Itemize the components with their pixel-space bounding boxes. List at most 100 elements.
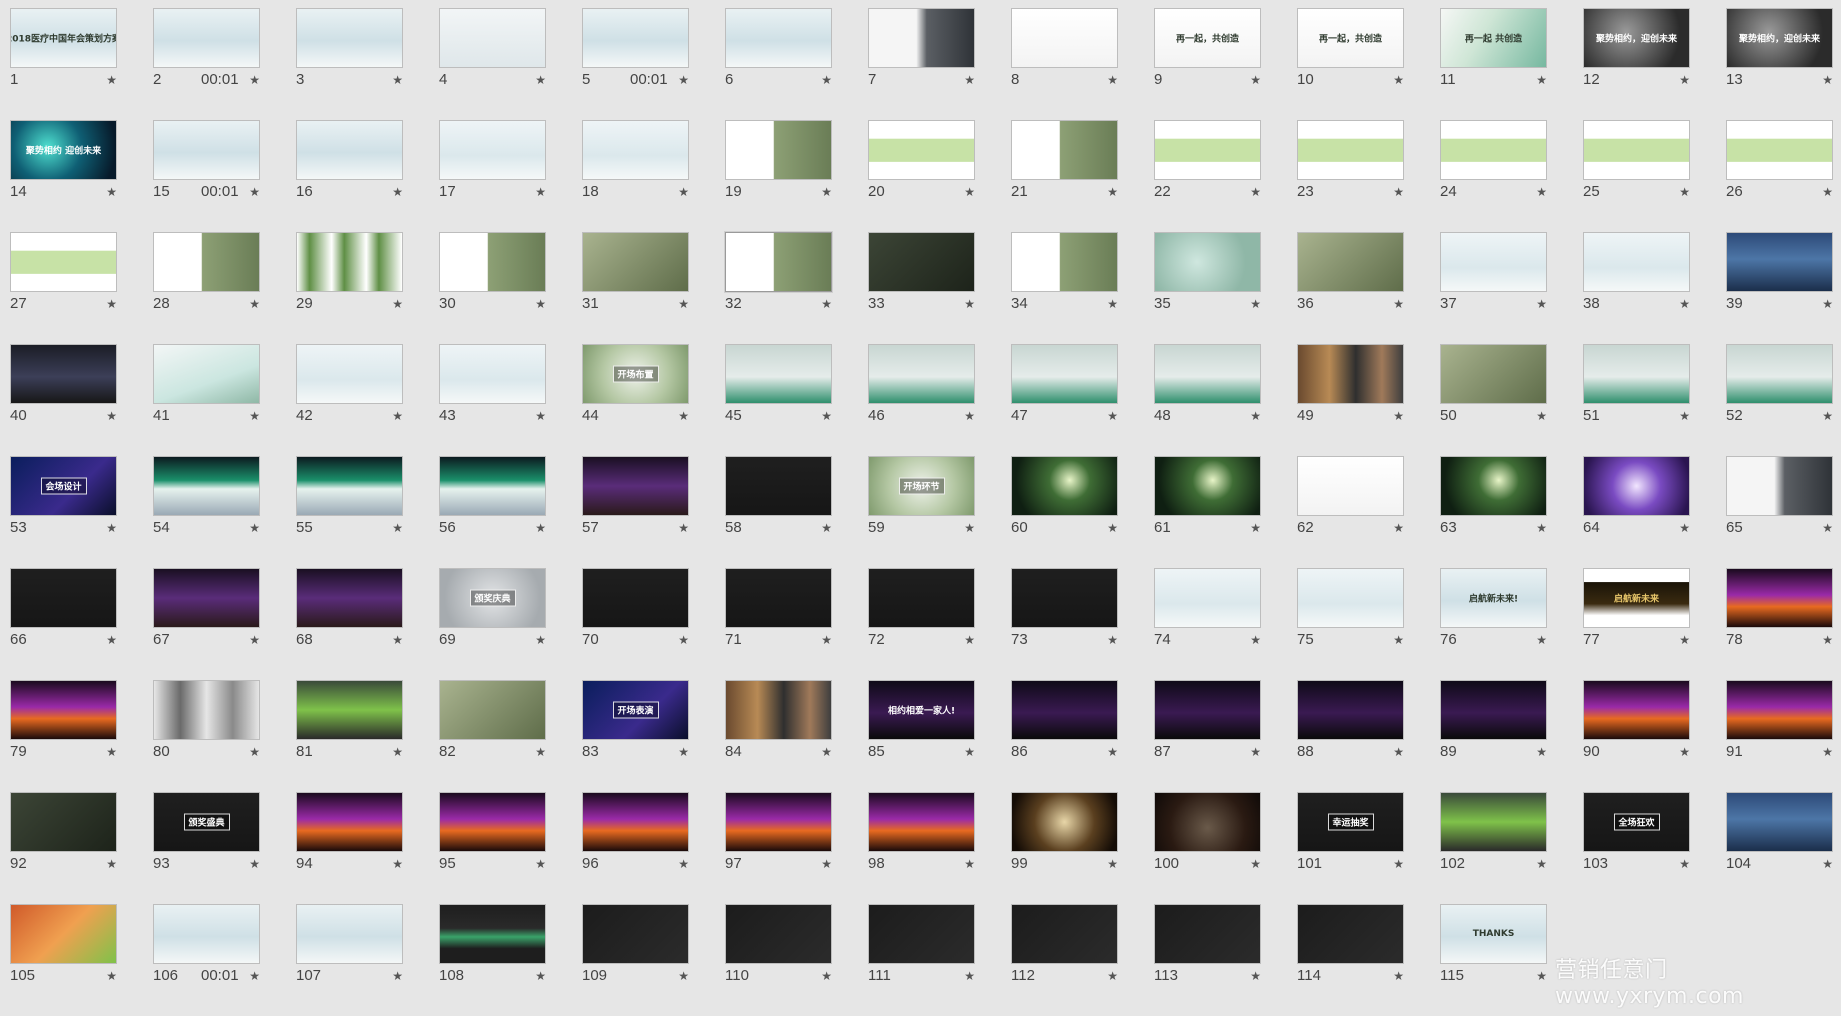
slide-preview[interactable] [868, 904, 975, 964]
transition-star-icon[interactable]: ★ [535, 296, 546, 312]
transition-star-icon[interactable]: ★ [106, 744, 117, 760]
slide-thumbnail-77[interactable]: 启航新未来 77 ★ [1583, 568, 1690, 680]
transition-star-icon[interactable]: ★ [964, 72, 975, 88]
slide-preview[interactable] [725, 232, 832, 292]
transition-star-icon[interactable]: ★ [392, 72, 403, 88]
slide-preview[interactable] [1154, 904, 1261, 964]
slide-preview[interactable] [1154, 120, 1261, 180]
slide-preview[interactable] [1154, 344, 1261, 404]
slide-preview[interactable] [1583, 680, 1690, 740]
slide-thumbnail-50[interactable]: 50 ★ [1440, 344, 1547, 456]
slide-thumbnail-3[interactable]: 3 ★ [296, 8, 403, 120]
slide-thumbnail-12[interactable]: 聚势相约，迎创未来 12 ★ [1583, 8, 1690, 120]
slide-preview[interactable] [10, 232, 117, 292]
slide-thumbnail-112[interactable]: 112 ★ [1011, 904, 1118, 1016]
transition-star-icon[interactable]: ★ [1393, 856, 1404, 872]
slide-preview[interactable] [1440, 792, 1547, 852]
transition-star-icon[interactable]: ★ [1107, 184, 1118, 200]
slide-preview[interactable]: 会场设计 [10, 456, 117, 516]
slide-thumbnail-74[interactable]: 74 ★ [1154, 568, 1261, 680]
slide-preview[interactable] [1011, 232, 1118, 292]
slide-thumbnail-9[interactable]: 再一起，共创造 9 ★ [1154, 8, 1261, 120]
transition-star-icon[interactable]: ★ [678, 72, 689, 88]
slide-preview[interactable] [725, 680, 832, 740]
transition-star-icon[interactable]: ★ [535, 184, 546, 200]
slide-thumbnail-5[interactable]: 5 00:01 ★ [582, 8, 689, 120]
slide-thumbnail-47[interactable]: 47 ★ [1011, 344, 1118, 456]
transition-star-icon[interactable]: ★ [1107, 632, 1118, 648]
transition-star-icon[interactable]: ★ [821, 184, 832, 200]
slide-thumbnail-52[interactable]: 52 ★ [1726, 344, 1833, 456]
slide-thumbnail-71[interactable]: 71 ★ [725, 568, 832, 680]
slide-thumbnail-37[interactable]: 37 ★ [1440, 232, 1547, 344]
transition-star-icon[interactable]: ★ [1536, 184, 1547, 200]
slide-preview[interactable] [439, 456, 546, 516]
slide-thumbnail-23[interactable]: 23 ★ [1297, 120, 1404, 232]
slide-preview[interactable] [296, 568, 403, 628]
slide-preview[interactable] [296, 680, 403, 740]
transition-star-icon[interactable]: ★ [821, 856, 832, 872]
slide-preview[interactable] [1154, 792, 1261, 852]
slide-thumbnail-22[interactable]: 22 ★ [1154, 120, 1261, 232]
transition-star-icon[interactable]: ★ [1393, 72, 1404, 88]
slide-preview[interactable] [153, 904, 260, 964]
slide-preview[interactable]: 聚势相约，迎创未来 [1583, 8, 1690, 68]
slide-preview[interactable] [1440, 680, 1547, 740]
slide-preview[interactable] [1726, 792, 1833, 852]
slide-thumbnail-49[interactable]: 49 ★ [1297, 344, 1404, 456]
slide-thumbnail-75[interactable]: 75 ★ [1297, 568, 1404, 680]
transition-star-icon[interactable]: ★ [1107, 856, 1118, 872]
slide-preview[interactable] [296, 232, 403, 292]
slide-preview[interactable] [296, 904, 403, 964]
slide-thumbnail-111[interactable]: 111 ★ [868, 904, 975, 1016]
transition-star-icon[interactable]: ★ [678, 408, 689, 424]
slide-thumbnail-6[interactable]: 6 ★ [725, 8, 832, 120]
slide-preview[interactable] [1583, 120, 1690, 180]
transition-star-icon[interactable]: ★ [106, 72, 117, 88]
slide-thumbnail-99[interactable]: 99 ★ [1011, 792, 1118, 904]
transition-star-icon[interactable]: ★ [821, 744, 832, 760]
slide-thumbnail-81[interactable]: 81 ★ [296, 680, 403, 792]
slide-thumbnail-63[interactable]: 63 ★ [1440, 456, 1547, 568]
slide-thumbnail-27[interactable]: 27 ★ [10, 232, 117, 344]
transition-star-icon[interactable]: ★ [1393, 968, 1404, 984]
slide-preview[interactable] [439, 232, 546, 292]
transition-star-icon[interactable]: ★ [1679, 184, 1690, 200]
slide-thumbnail-73[interactable]: 73 ★ [1011, 568, 1118, 680]
slide-thumbnail-40[interactable]: 40 ★ [10, 344, 117, 456]
slide-thumbnail-17[interactable]: 17 ★ [439, 120, 546, 232]
slide-thumbnail-60[interactable]: 60 ★ [1011, 456, 1118, 568]
slide-preview[interactable]: 再一起，共创造 [1297, 8, 1404, 68]
slide-preview[interactable] [868, 120, 975, 180]
slide-preview[interactable] [582, 904, 689, 964]
slide-preview[interactable] [868, 792, 975, 852]
slide-preview[interactable] [153, 568, 260, 628]
slide-thumbnail-53[interactable]: 会场设计 53 ★ [10, 456, 117, 568]
slide-thumbnail-87[interactable]: 87 ★ [1154, 680, 1261, 792]
slide-preview[interactable] [1440, 456, 1547, 516]
slide-preview[interactable] [153, 232, 260, 292]
slide-preview[interactable] [1011, 344, 1118, 404]
slide-preview[interactable] [1297, 232, 1404, 292]
slide-thumbnail-110[interactable]: 110 ★ [725, 904, 832, 1016]
slide-thumbnail-15[interactable]: 15 00:01 ★ [153, 120, 260, 232]
slide-thumbnail-88[interactable]: 88 ★ [1297, 680, 1404, 792]
slide-preview[interactable] [1011, 792, 1118, 852]
transition-star-icon[interactable]: ★ [249, 72, 260, 88]
slide-thumbnail-98[interactable]: 98 ★ [868, 792, 975, 904]
slide-thumbnail-32[interactable]: 32 ★ [725, 232, 832, 344]
slide-preview[interactable] [868, 8, 975, 68]
transition-star-icon[interactable]: ★ [1393, 184, 1404, 200]
slide-thumbnail-4[interactable]: 4 ★ [439, 8, 546, 120]
slide-thumbnail-104[interactable]: 104 ★ [1726, 792, 1833, 904]
slide-thumbnail-86[interactable]: 86 ★ [1011, 680, 1118, 792]
slide-thumbnail-16[interactable]: 16 ★ [296, 120, 403, 232]
slide-thumbnail-8[interactable]: 8 ★ [1011, 8, 1118, 120]
slide-thumbnail-65[interactable]: 65 ★ [1726, 456, 1833, 568]
slide-preview[interactable] [1726, 456, 1833, 516]
slide-thumbnail-34[interactable]: 34 ★ [1011, 232, 1118, 344]
transition-star-icon[interactable]: ★ [1536, 296, 1547, 312]
slide-preview[interactable] [153, 680, 260, 740]
slide-preview[interactable] [296, 344, 403, 404]
transition-star-icon[interactable]: ★ [964, 408, 975, 424]
